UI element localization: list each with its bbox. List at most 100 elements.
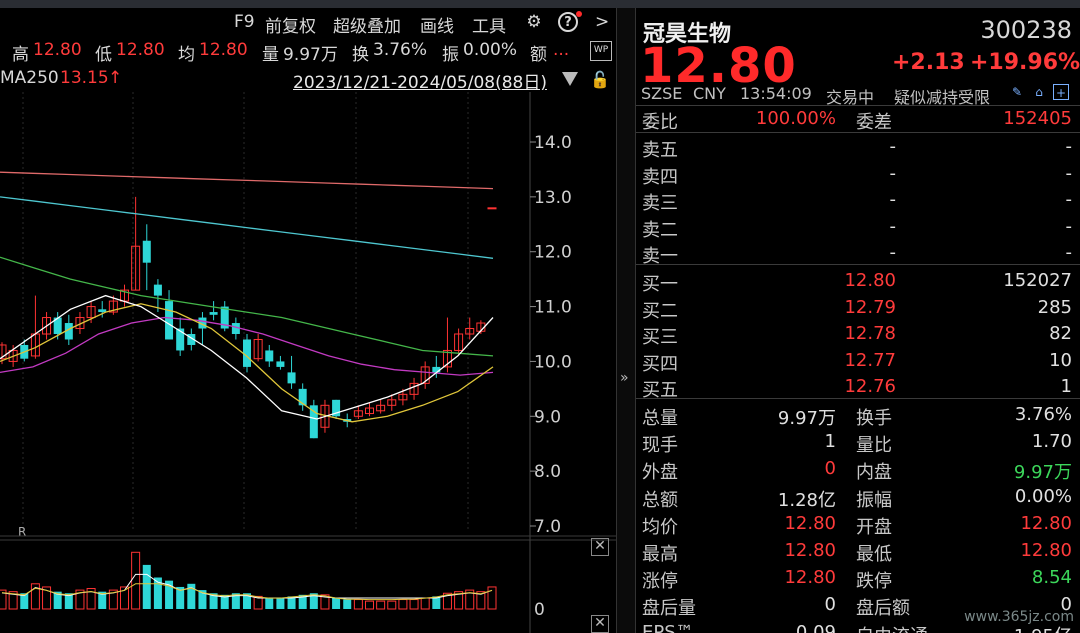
ask-price: - [889,136,897,157]
bid-row[interactable]: 买一 12.80 152027 [636,268,1080,295]
stat-label: 均价 [642,516,678,538]
bid-row[interactable]: 买五 12.76 1 [636,374,1080,401]
ask-row[interactable]: 卖四 - - [636,161,1080,188]
alert-bell-icon[interactable]: ⌂ [1031,84,1047,100]
forward-adjust-button[interactable]: 前复权 [265,12,316,37]
avg-value: 12.80 [199,40,248,60]
high-label: 高 [12,45,29,65]
ask-price: - [889,162,897,184]
stat-value: 0 [824,458,836,480]
volume-bar [353,599,363,610]
stat-value: 12.80 [784,512,836,534]
trade-info-row: SZSE CNY 13:54:09 交易中 疑似减持受限 ✎ ⌂ + [636,84,1080,107]
chart-toolbar: F9 前复权 超级叠加 画线 工具 ⚙ ? > [0,8,616,37]
ask-price: - [889,215,897,237]
bid-volume: 82 [1049,323,1072,344]
stat-label: 总额 [642,489,678,511]
bid-row[interactable]: 买二 12.79 285 [636,295,1080,322]
watermark: www.365jz.com [964,609,1074,625]
volume-bar [487,586,497,610]
volume-bar [343,599,352,609]
stat-label: 振幅 [856,489,892,511]
ask-level-label: 卖二 [642,219,678,241]
stat-value: 0.09 [795,621,836,633]
bid-level-label: 买一 [642,274,678,295]
stat-label: 最低 [856,544,892,565]
ask-row[interactable]: 卖三 - - [636,187,1080,214]
divider [636,264,1080,265]
panel-splitter[interactable]: » [616,8,636,633]
draw-line-button[interactable]: 画线 [420,12,454,37]
chart-corner-label: R [18,525,26,539]
stat-label: 总量 [642,408,678,429]
close-icon[interactable]: ✕ [591,538,609,556]
stat-value: 12.80 [784,567,836,589]
expand-arrow-icon[interactable]: » [620,370,629,386]
candle-body [98,309,107,313]
stat-label: 量比 [856,435,892,457]
stat-value: 9.97万 [1013,462,1072,484]
stat-label: 盘后量 [642,598,696,620]
candle-body [287,372,296,384]
candle-body [487,207,497,210]
lock-icon[interactable]: 🔓 [590,70,610,90]
y-tick-label: 9.0 [534,407,561,427]
stat-value: 12.80 [1020,512,1072,534]
bid-price: 12.77 [844,349,896,371]
bid-row[interactable]: 买四 12.77 10 [636,348,1080,375]
weicha-label: 委差 [856,112,892,133]
candle-body [153,284,162,296]
window-top-strip [0,0,1080,8]
avg-label: 均 [178,45,195,65]
stat-value: 0 [824,594,836,616]
volume-bar [376,600,386,610]
stat-row: 总额 1.28亿 振幅 0.00% [636,484,1080,511]
close-icon[interactable]: ✕ [591,615,609,633]
stat-label: 涨停 [642,571,678,593]
ma250-value: 13.15 [60,68,109,88]
volume-bar [398,599,408,610]
volume-bar [420,597,430,610]
ask-row[interactable]: 卖一 - - [636,240,1080,267]
ask-level-label: 卖四 [642,166,678,188]
weibi-row: 委比 100.00% 委差 152405 [636,106,1080,133]
amplitude-value: 0.00% [463,40,518,60]
y-tick-label: 10.0 [534,352,572,372]
gear-icon[interactable]: ⚙ [523,11,545,33]
wp-icon[interactable]: WP [590,41,612,61]
f9-button[interactable]: F9 [234,12,255,32]
dropdown-triangle-icon[interactable] [562,72,578,86]
stat-label: 现手 [642,435,678,457]
bid-level-label: 买二 [642,300,678,322]
ask-price: - [889,242,897,263]
edit-icon[interactable]: ✎ [1009,84,1025,100]
kline-panel: F9 前复权 超级叠加 画线 工具 ⚙ ? > 高 12.80 低 12.80 … [0,8,616,633]
turnover-value: 3.76% [373,40,428,60]
price-change-pct: +19.96% [970,50,1080,75]
y-tick-label: 8.0 [534,462,561,482]
ask-row[interactable]: 卖五 - - [636,134,1080,161]
tools-button[interactable]: 工具 [472,12,506,37]
stat-value: 0.00% [1014,485,1072,507]
stat-value: 12.80 [784,540,836,561]
ask-row[interactable]: 卖二 - - [636,214,1080,241]
candle-body [209,312,218,315]
turnover-label: 换 [352,45,369,65]
add-icon[interactable]: + [1053,84,1069,100]
help-icon[interactable]: ? [558,12,578,32]
stat-row: 外盘 0 内盘 9.97万 [636,456,1080,483]
stat-label: 换手 [856,408,892,429]
stat-label: 自由流通 [856,622,928,633]
volume-value: 9.97万 [283,45,338,65]
stat-label: EPS™ [642,621,694,633]
bid-price: 12.78 [844,323,896,344]
super-overlay-button[interactable]: 超级叠加 [333,12,401,37]
stat-row: 现手 1 量比 1.70 [636,429,1080,456]
date-range-selector[interactable]: 2023/12/21-2024/05/08(88日) [293,68,547,93]
kline-chart[interactable]: 14.0 13.0 12.0 11.0 10.0 9.0 8.0 7.0 R 0 [0,92,616,633]
more-button[interactable]: > [595,12,609,32]
ask-level-label: 卖三 [642,193,678,214]
low-value: 12.80 [116,40,165,60]
volume-bar [131,551,141,610]
bid-row[interactable]: 买三 12.78 82 [636,321,1080,348]
